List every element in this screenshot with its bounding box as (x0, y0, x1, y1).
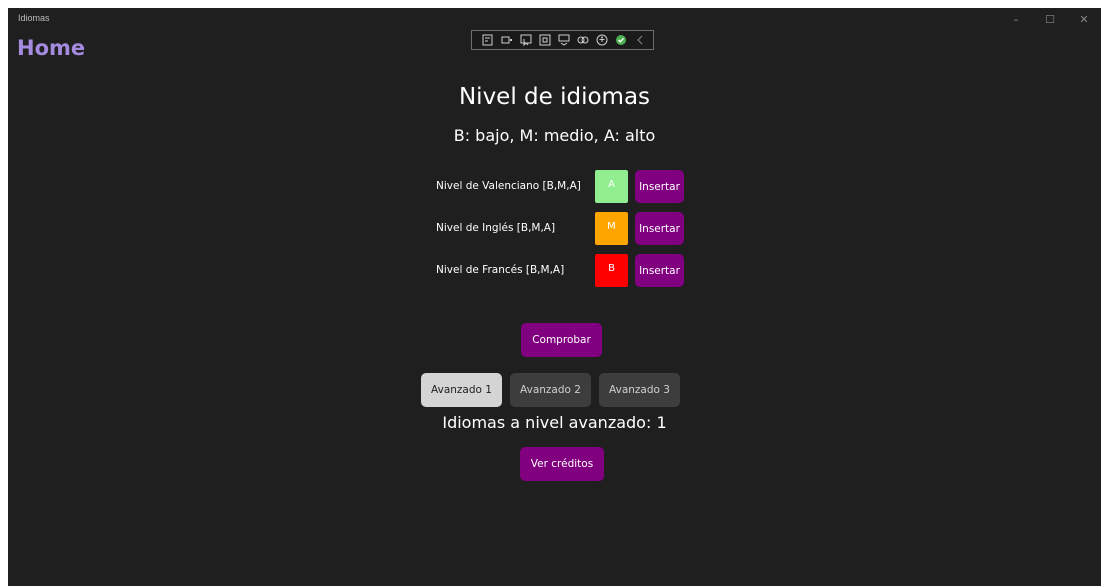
xaml-debug-toolbar (471, 30, 654, 50)
display-layout-adorners-icon[interactable] (518, 33, 533, 47)
collapse-chevron-icon[interactable] (632, 33, 647, 47)
advanced-1-button[interactable]: Avanzado 1 (421, 373, 502, 407)
valenciano-label: Nivel de Valenciano [B,M,A] (436, 180, 581, 192)
home-nav-link[interactable]: Home (17, 36, 85, 60)
hot-reload-icon[interactable] (556, 33, 571, 47)
ingles-label: Nivel de Inglés [B,M,A] (436, 222, 556, 234)
status-ok-icon (613, 33, 628, 47)
ingles-level-field[interactable]: M (595, 212, 628, 245)
frances-insert-button[interactable]: Insertar (635, 254, 684, 287)
advanced-3-button[interactable]: Avanzado 3 (599, 373, 680, 407)
level-legend: B: bajo, M: medio, A: alto (453, 126, 656, 145)
frances-label: Nivel de Francés [B,M,A] (436, 264, 565, 276)
page-title: Nivel de idiomas (458, 84, 651, 110)
live-visual-tree-icon[interactable] (480, 33, 495, 47)
track-focus-icon[interactable] (537, 33, 552, 47)
window-controls: – ☐ ✕ (999, 8, 1101, 30)
app-title: Idiomas (18, 13, 50, 23)
select-element-icon[interactable] (499, 33, 514, 47)
credits-button[interactable]: Ver créditos (520, 447, 604, 481)
app-window: Idiomas – ☐ ✕ Home Nivel de idiomas B: b… (8, 8, 1101, 586)
valenciano-insert-button[interactable]: Insertar (635, 170, 684, 203)
check-button[interactable]: Comprobar (521, 323, 602, 357)
frances-level-field[interactable]: B (595, 254, 628, 287)
valenciano-level-field[interactable]: A (595, 170, 628, 203)
accessibility-icon[interactable] (594, 33, 609, 47)
close-button[interactable]: ✕ (1067, 8, 1101, 30)
ingles-insert-button[interactable]: Insertar (635, 212, 684, 245)
advanced-count-result: Idiomas a nivel avanzado: 1 (442, 413, 667, 432)
binding-failures-icon[interactable] (575, 33, 590, 47)
minimize-button[interactable]: – (999, 8, 1033, 30)
advanced-2-button[interactable]: Avanzado 2 (510, 373, 591, 407)
maximize-button[interactable]: ☐ (1033, 8, 1067, 30)
title-bar[interactable]: Idiomas – ☐ ✕ (8, 8, 1101, 30)
